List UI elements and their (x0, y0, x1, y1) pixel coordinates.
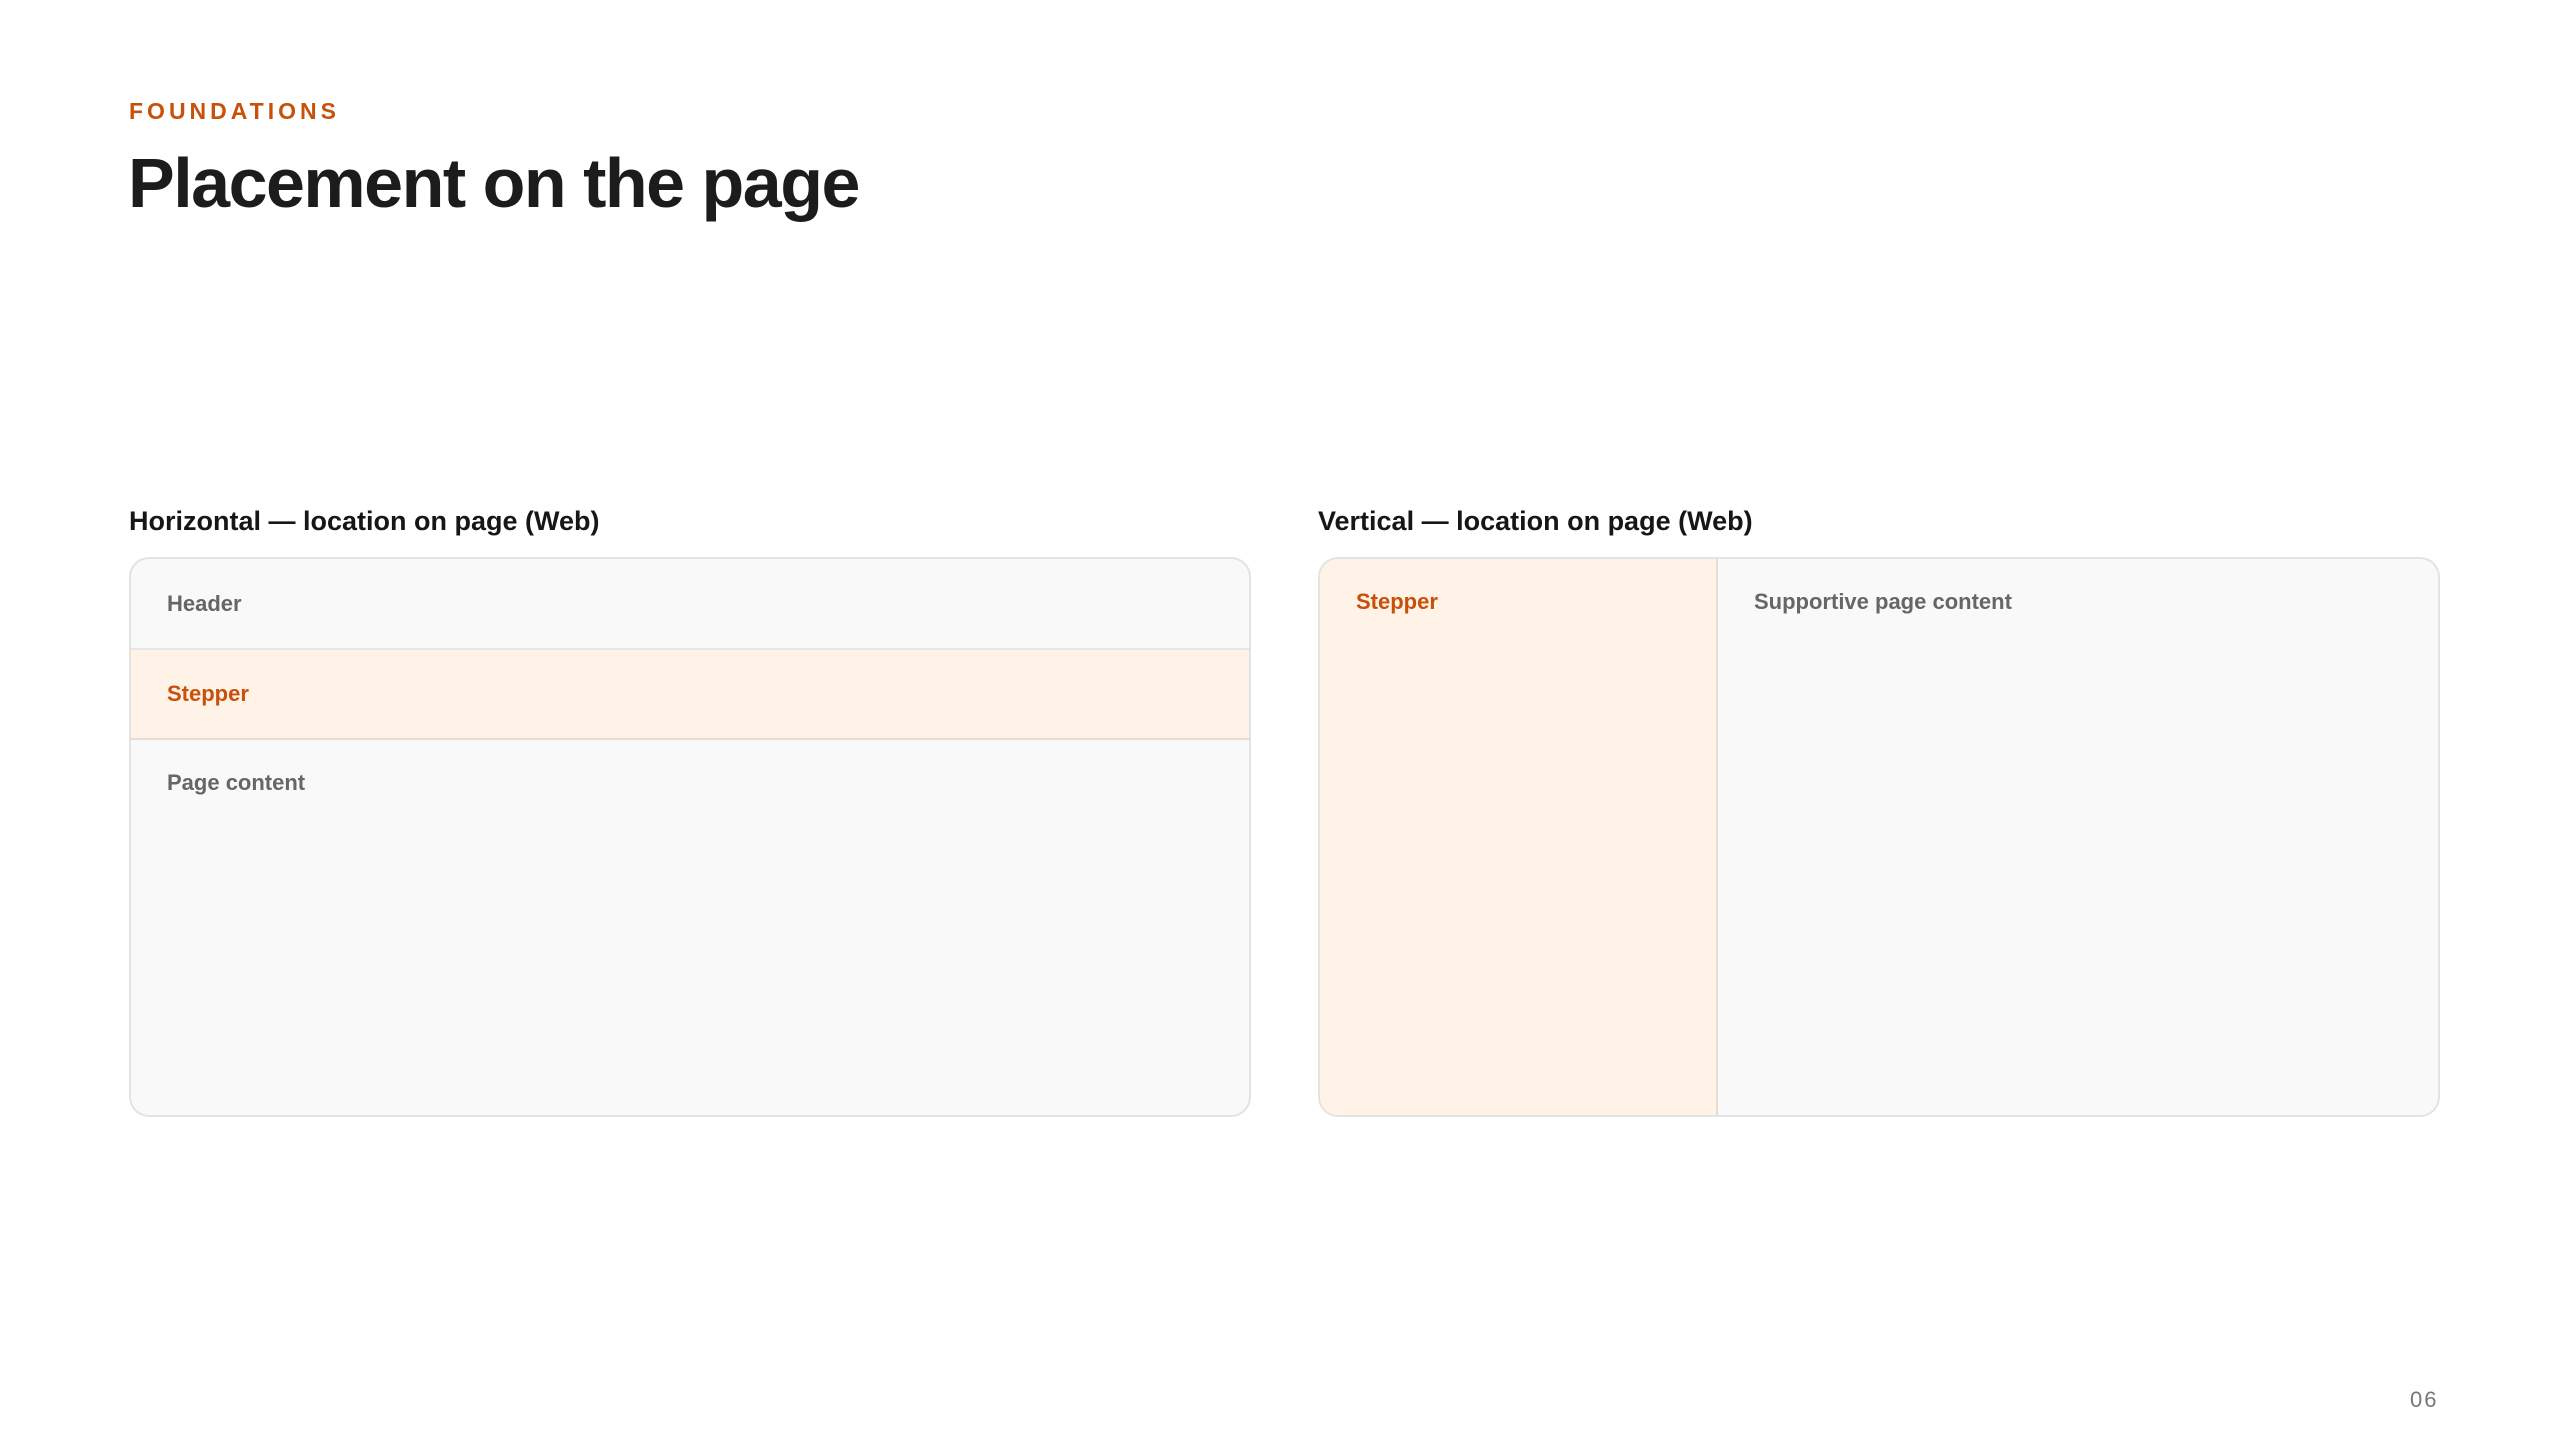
horizontal-stepper-region: Stepper (131, 650, 1249, 740)
vertical-layout-diagram: Stepper Supportive page content (1318, 557, 2440, 1117)
vertical-stepper-region: Stepper (1320, 559, 1718, 1115)
supportive-content-label: Supportive page content (1754, 589, 2012, 614)
section-eyebrow: FOUNDATIONS (129, 98, 340, 124)
horizontal-layout-diagram: Header Stepper Page content (129, 557, 1251, 1117)
page-content-label: Page content (167, 770, 306, 795)
header-region: Header (131, 559, 1249, 650)
horizontal-stepper-label: Stepper (167, 681, 249, 706)
header-region-label: Header (167, 590, 242, 616)
horizontal-panel-heading: Horizontal — location on page (Web) (129, 506, 600, 536)
page-title: Placement on the page (128, 144, 860, 222)
supportive-content-region: Supportive page content (1718, 559, 2438, 1115)
page-content-region: Page content (131, 740, 1249, 796)
vertical-stepper-label: Stepper (1356, 589, 1438, 614)
page-number: 06 (2410, 1387, 2439, 1412)
vertical-panel-heading: Vertical — location on page (Web) (1318, 506, 1753, 536)
